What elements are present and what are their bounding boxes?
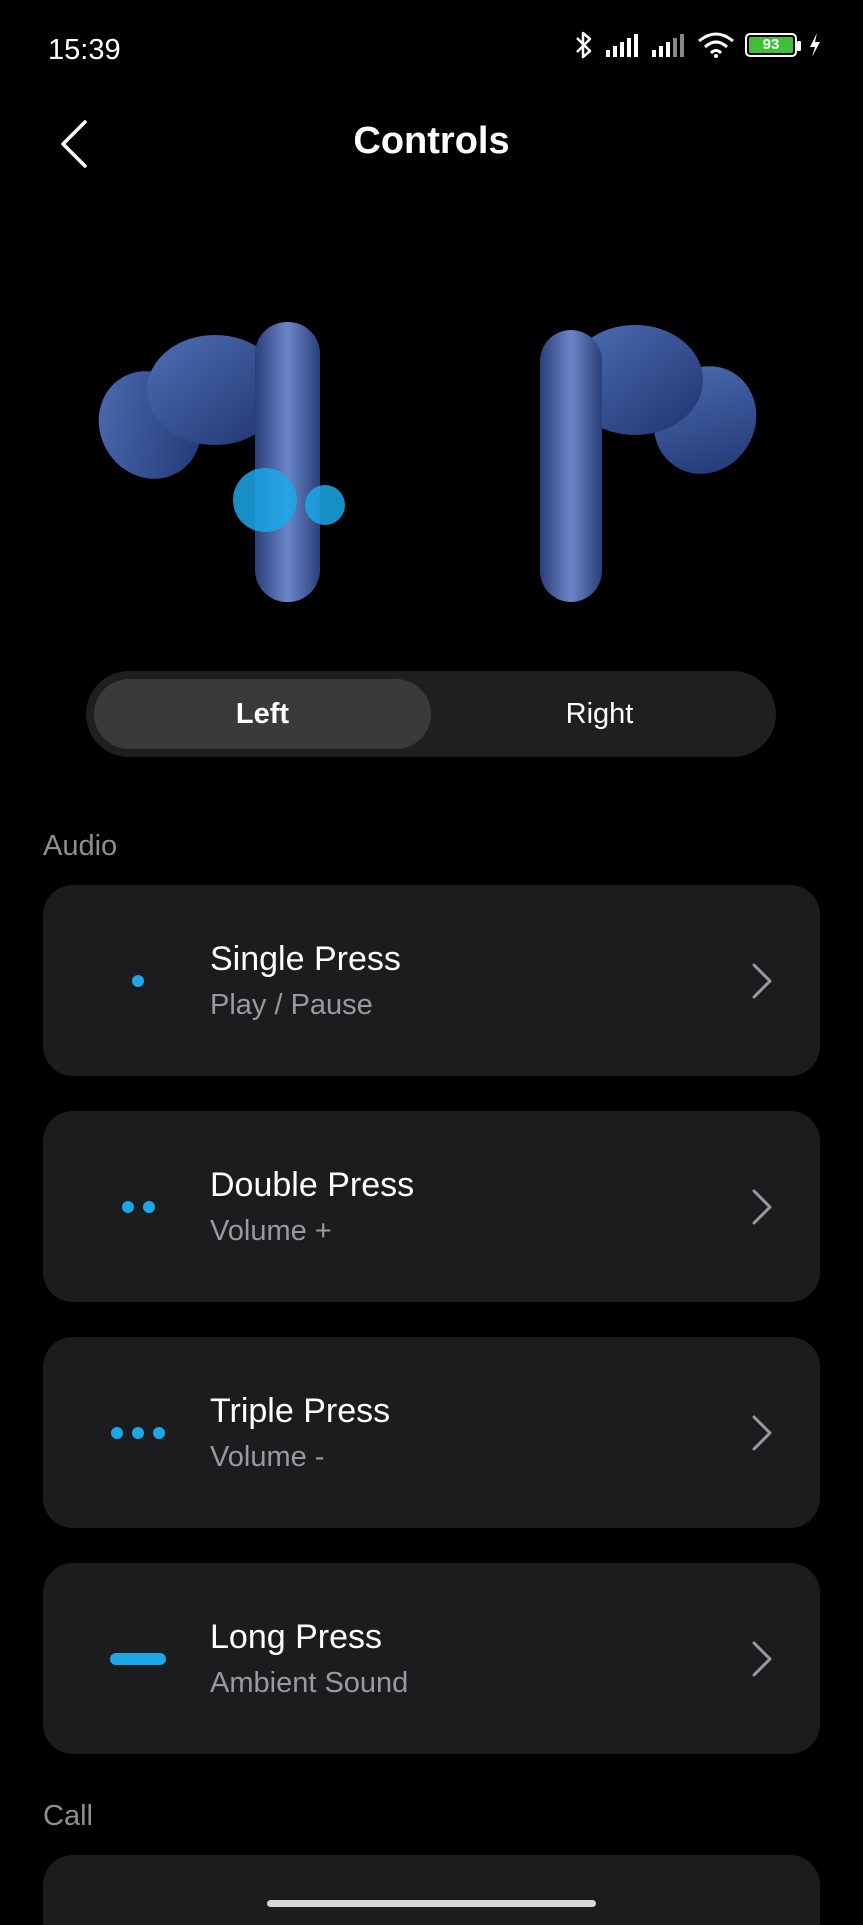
control-action: Volume + <box>210 1215 332 1247</box>
status-time: 15:39 <box>48 34 121 66</box>
status-icons: 93 <box>573 30 823 60</box>
chevron-right-icon <box>752 1641 772 1677</box>
header: Controls <box>0 104 863 184</box>
tab-right[interactable]: Right <box>431 679 768 749</box>
control-single-press[interactable]: Single Press Play / Pause <box>43 885 820 1076</box>
triple-dot-icon <box>98 1337 178 1528</box>
status-bar: 15:39 93 <box>0 0 863 104</box>
chevron-right-icon <box>752 1189 772 1225</box>
section-audio-label: Audio <box>43 830 118 862</box>
chevron-right-icon <box>752 1415 772 1451</box>
control-action: Volume - <box>210 1441 325 1473</box>
call-control-card[interactable] <box>43 1855 820 1925</box>
long-press-icon <box>98 1563 178 1754</box>
wifi-icon <box>698 32 734 58</box>
home-indicator[interactable] <box>267 1900 596 1907</box>
control-triple-press[interactable]: Triple Press Volume - <box>43 1337 820 1528</box>
left-earbud-icon <box>98 322 345 602</box>
battery-icon: 93 <box>745 33 801 57</box>
control-title: Single Press <box>210 940 401 978</box>
earbud-side-selector: Left Right <box>86 671 776 757</box>
control-title: Long Press <box>210 1618 382 1656</box>
double-dot-icon <box>98 1111 178 1302</box>
chevron-right-icon <box>752 963 772 999</box>
signal-icon <box>606 34 638 57</box>
right-earbud-icon <box>540 325 757 602</box>
bluetooth-icon <box>576 31 592 59</box>
charging-icon <box>810 33 820 57</box>
single-dot-icon <box>98 885 178 1076</box>
battery-level: 93 <box>749 37 793 53</box>
earbuds-illustration <box>0 290 863 610</box>
tab-left[interactable]: Left <box>94 679 431 749</box>
control-long-press[interactable]: Long Press Ambient Sound <box>43 1563 820 1754</box>
control-action: Ambient Sound <box>210 1667 409 1699</box>
signal-icon <box>652 34 684 57</box>
section-call-label: Call <box>43 1800 93 1832</box>
control-action: Play / Pause <box>210 989 373 1021</box>
control-title: Double Press <box>210 1166 415 1204</box>
page-title: Controls <box>353 120 510 162</box>
control-double-press[interactable]: Double Press Volume + <box>43 1111 820 1302</box>
earbuds-image <box>98 322 757 602</box>
control-title: Triple Press <box>210 1392 391 1430</box>
